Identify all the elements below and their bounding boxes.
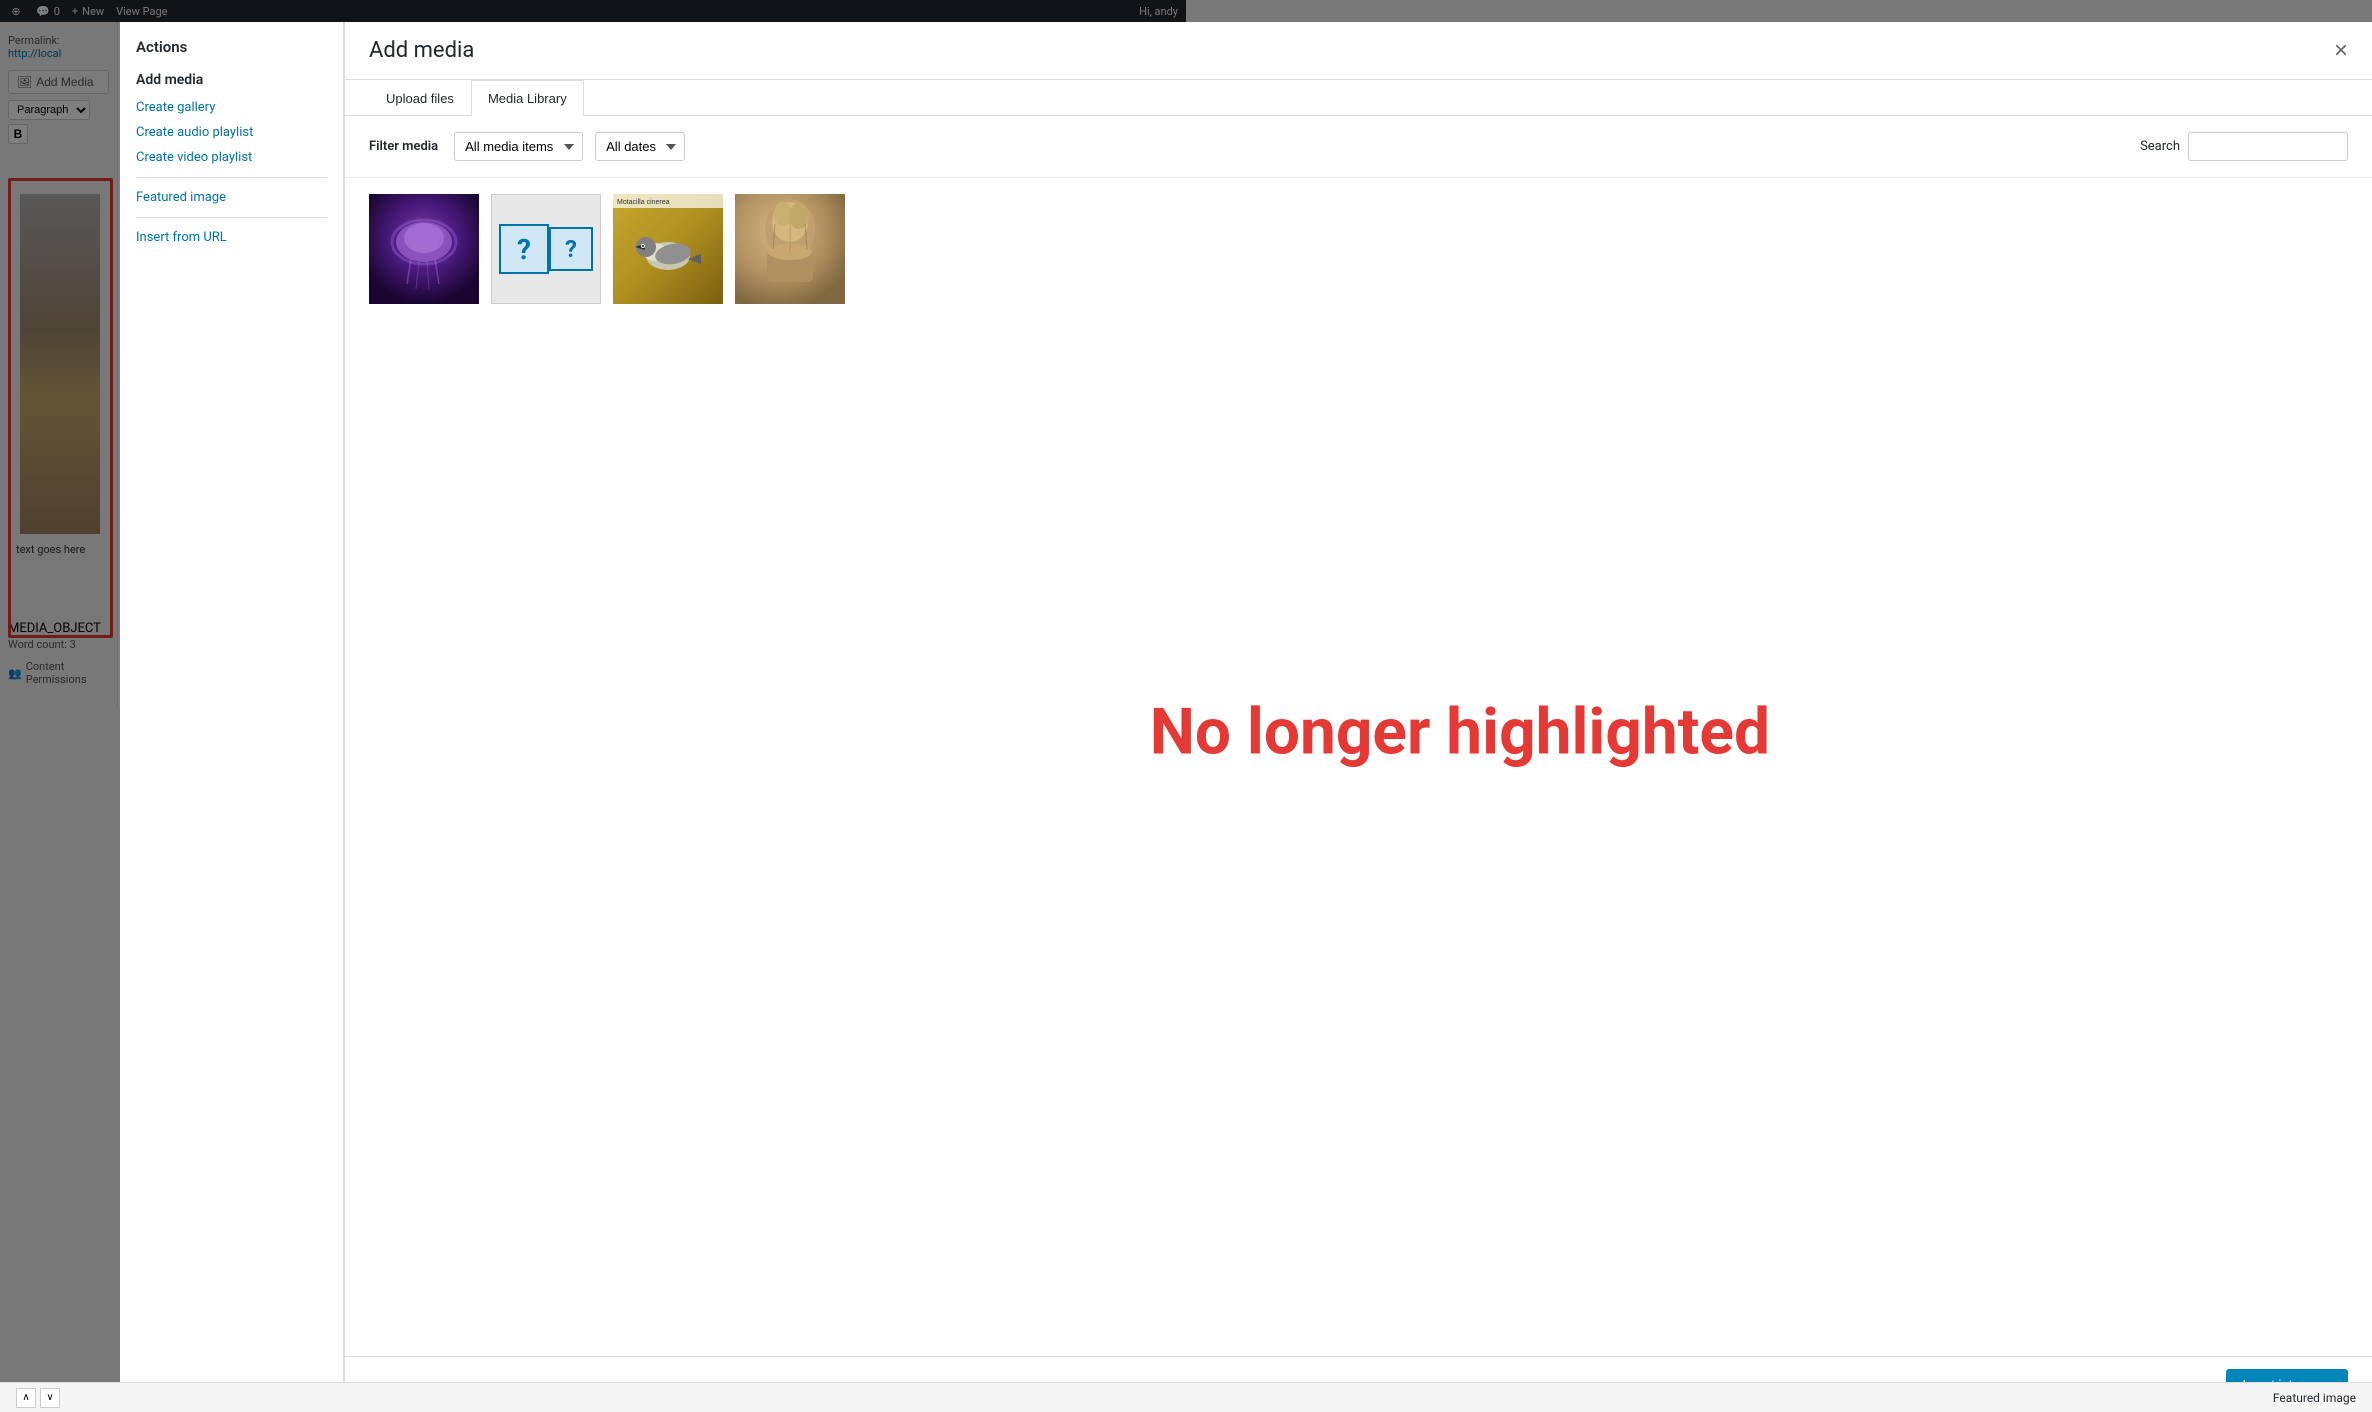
filter-label: Filter media	[369, 139, 438, 154]
svg-text:Motacilla cinerea: Motacilla cinerea	[617, 199, 670, 206]
modal-title: Add media	[369, 38, 474, 63]
media-thumb-1-svg	[369, 194, 479, 304]
featured-image-label: Featured image	[2273, 1391, 2356, 1405]
media-item-2[interactable]: ?	[491, 194, 601, 304]
actions-panel: Actions Add media Create gallery Create …	[120, 22, 344, 1412]
media-item-4[interactable]	[735, 194, 845, 304]
arrow-up-button[interactable]: ∧	[16, 1388, 36, 1408]
date-select[interactable]: All dates	[595, 132, 685, 161]
create-gallery-link[interactable]: Create gallery	[136, 100, 327, 115]
actions-divider-1	[136, 177, 327, 178]
filter-bar: Filter media All media items All dates S…	[345, 116, 2372, 178]
media-thumb-4-svg	[735, 194, 845, 304]
add-media-modal: Add media × Upload files Media Library F…	[344, 22, 2372, 1412]
create-audio-playlist-link[interactable]: Create audio playlist	[136, 125, 327, 140]
modal-body: Filter media All media items All dates S…	[345, 116, 2372, 1356]
media-type-select[interactable]: All media items	[454, 132, 583, 161]
unknown-media-icon: ?	[499, 224, 549, 274]
create-video-playlist-link[interactable]: Create video playlist	[136, 150, 327, 165]
media-item-1[interactable]	[369, 194, 479, 304]
modal-tabs: Upload files Media Library	[345, 80, 2372, 116]
tab-upload-files[interactable]: Upload files	[369, 80, 471, 116]
modal-header: Add media ×	[345, 22, 2372, 80]
featured-image-link[interactable]: Featured image	[136, 190, 327, 205]
tab-media-library[interactable]: Media Library	[471, 80, 584, 116]
search-input[interactable]	[2188, 132, 2348, 161]
actions-divider-2	[136, 217, 327, 218]
modal-close-button[interactable]: ×	[2334, 39, 2348, 63]
search-label: Search	[2140, 139, 2180, 154]
media-grid: ?	[345, 178, 2372, 1356]
media-item-3[interactable]: Motacilla cinerea	[613, 194, 723, 304]
bottom-bar: ∧ ∨ Featured image	[0, 1382, 2372, 1412]
actions-title: Actions	[136, 38, 327, 56]
arrow-controls: ∧ ∨	[16, 1388, 60, 1408]
media-thumb-3-svg: Motacilla cinerea	[613, 194, 723, 304]
search-section: Search	[2140, 132, 2348, 161]
insert-from-url-link[interactable]: Insert from URL	[136, 230, 327, 245]
arrow-down-button[interactable]: ∨	[40, 1388, 60, 1408]
actions-section-add-media: Add media	[136, 72, 327, 88]
